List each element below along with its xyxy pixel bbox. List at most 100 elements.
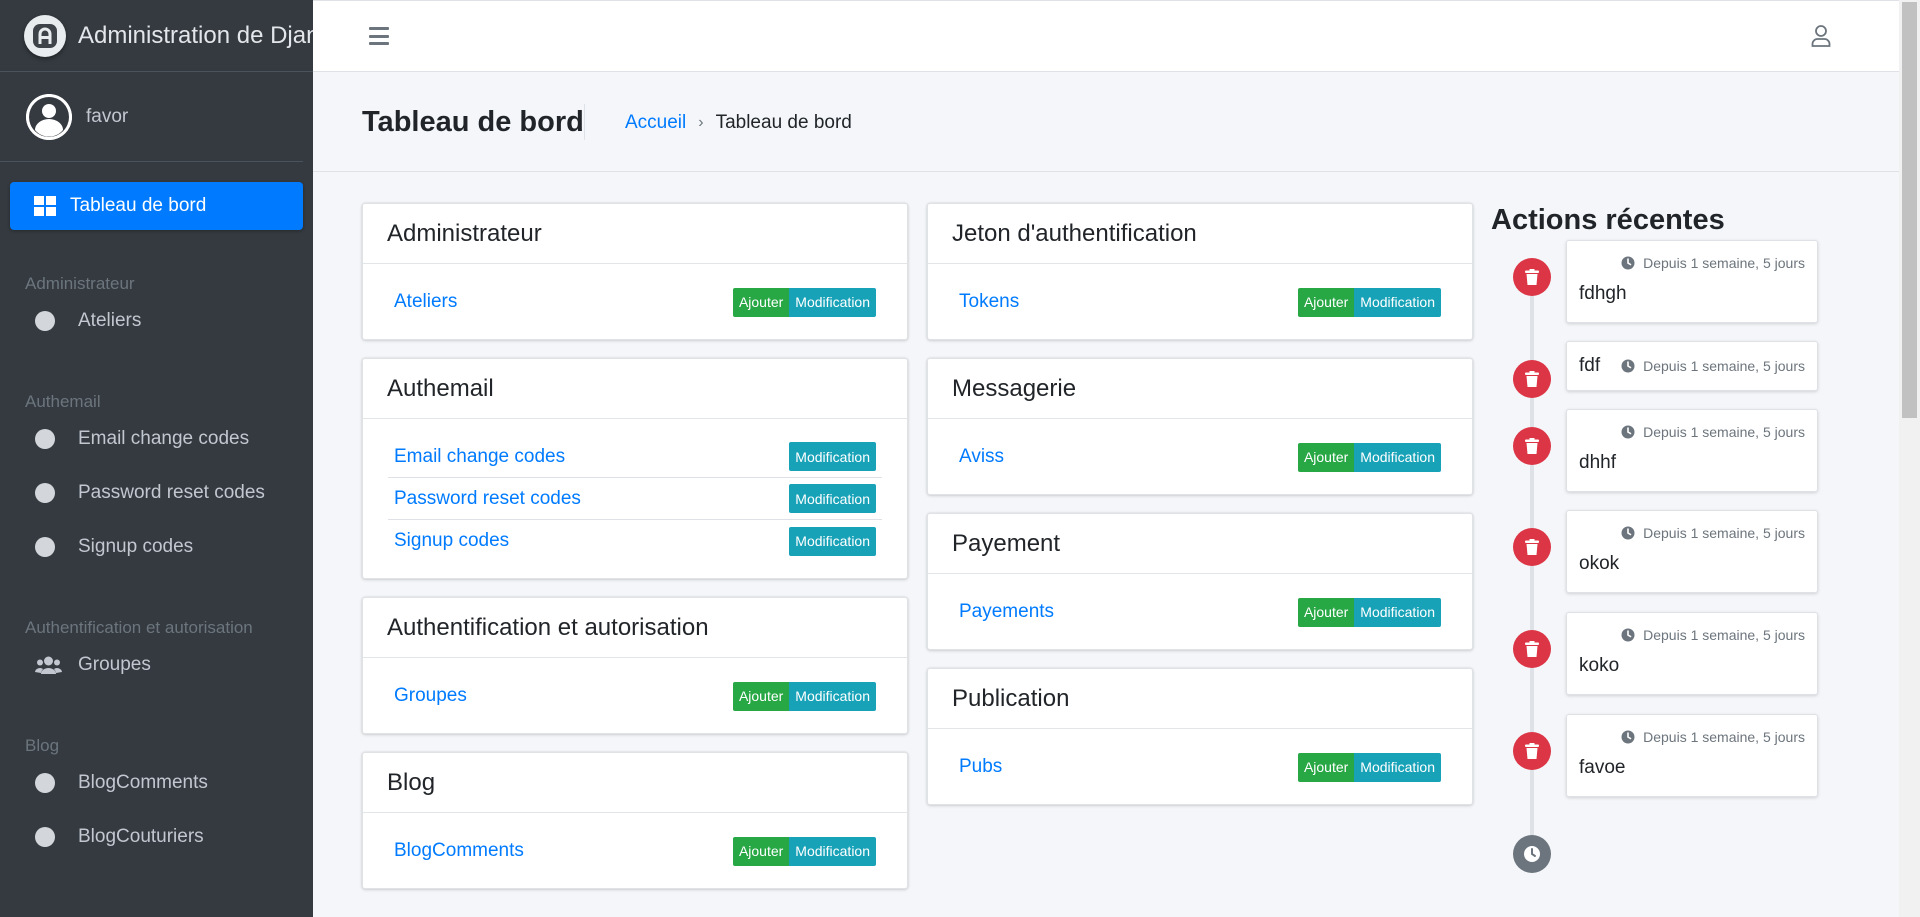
recent-action-time: Depuis 1 semaine, 5 jours xyxy=(1579,255,1805,271)
app-card-body: BlogComments Ajouter Modification xyxy=(363,813,907,888)
trash-icon xyxy=(1513,528,1551,566)
add-button[interactable]: Ajouter xyxy=(1297,287,1355,317)
recent-action-item[interactable]: fdf Depuis 1 semaine, 5 jours xyxy=(1566,341,1818,391)
sidebar-item-email-change-codes[interactable]: Email change codes xyxy=(10,412,303,466)
sidebar-item-password-reset-codes[interactable]: Password reset codes xyxy=(10,466,303,520)
model-row: Ateliers Ajouter Modification xyxy=(388,281,882,323)
change-button[interactable]: Modification xyxy=(789,484,876,513)
circle-icon xyxy=(35,483,55,503)
app-card-body: Email change codes Modification Password r… xyxy=(363,419,907,578)
clock-icon xyxy=(1621,425,1639,439)
model-link-ateliers[interactable]: Ateliers xyxy=(394,291,457,313)
page-scrollbar[interactable] xyxy=(1899,0,1920,917)
model-link-aviss[interactable]: Aviss xyxy=(959,446,1004,468)
app-card-administrateur: Administrateur Ateliers Ajouter Modificatio… xyxy=(362,203,908,340)
app-card-body: Tokens Ajouter Modification xyxy=(928,264,1472,339)
content-header: Tableau de bord Accueil › Tableau de bor… xyxy=(313,72,1899,172)
model-row: Groupes Ajouter Modification xyxy=(388,675,882,717)
app-card-body: Aviss Ajouter Modification xyxy=(928,419,1472,494)
add-button[interactable]: Ajouter xyxy=(1297,752,1355,782)
sidebar-item-blogcomments[interactable]: BlogComments xyxy=(10,756,303,810)
scrollbar-thumb[interactable] xyxy=(1902,2,1917,418)
model-link-signup-codes[interactable]: Signup codes xyxy=(394,530,509,552)
recent-action-time: Depuis 1 semaine, 5 jours xyxy=(1579,729,1805,745)
app-card-messagerie: Messagerie Aviss Ajouter Modification xyxy=(927,358,1473,495)
recent-action-item[interactable]: Depuis 1 semaine, 5 jours favoe xyxy=(1566,714,1818,797)
model-row: Pubs Ajouter Modification xyxy=(953,746,1447,788)
model-link-email-change-codes[interactable]: Email change codes xyxy=(394,446,565,468)
model-link-groupes[interactable]: Groupes xyxy=(394,685,467,707)
app-card-jeton-d-authentification: Jeton d'authentification Tokens Ajouter Mod… xyxy=(927,203,1473,340)
recent-action-time: Depuis 1 semaine, 5 jours xyxy=(1579,424,1805,440)
trash-icon xyxy=(1513,258,1551,296)
recent-action-time-text: Depuis 1 semaine, 5 jours xyxy=(1643,358,1805,374)
change-button[interactable]: Modification xyxy=(789,526,876,556)
recent-action-item[interactable]: Depuis 1 semaine, 5 jours koko xyxy=(1566,612,1818,695)
recent-action-name: fdhgh xyxy=(1579,283,1627,304)
model-row: BlogComments Ajouter Modification xyxy=(388,830,882,872)
recent-action-time-text: Depuis 1 semaine, 5 jours xyxy=(1643,627,1805,643)
change-button[interactable]: Modification xyxy=(1354,287,1441,317)
sidebar-header-blog: Blog xyxy=(25,736,60,755)
add-button[interactable]: Ajouter xyxy=(1297,442,1355,472)
user-panel[interactable]: favor xyxy=(0,72,303,162)
app-card-title: Jeton d'authentification xyxy=(928,204,1472,264)
recent-action-name: favoe xyxy=(1579,757,1626,778)
model-link-blogcomments[interactable]: BlogComments xyxy=(394,840,524,862)
model-row: Signup codes Modification xyxy=(388,520,882,562)
circle-icon xyxy=(35,773,55,793)
breadcrumb: Accueil › Tableau de bord xyxy=(625,112,852,134)
sidebar-item-label: Signup codes xyxy=(78,536,194,557)
circle-icon xyxy=(35,429,55,449)
sidebar-item-ateliers[interactable]: Ateliers xyxy=(10,294,303,348)
add-button[interactable]: Ajouter xyxy=(732,836,790,866)
sidebar-item-groupes[interactable]: Groupes xyxy=(10,638,303,692)
recent-action-name: dhhf xyxy=(1579,452,1616,473)
change-button[interactable]: Modification xyxy=(789,836,876,866)
user-menu-icon[interactable] xyxy=(1811,25,1831,52)
clock-icon xyxy=(1621,730,1639,744)
model-link-payements[interactable]: Payements xyxy=(959,601,1054,623)
model-link-pubs[interactable]: Pubs xyxy=(959,756,1002,778)
brand-link[interactable]: Administration de Django xyxy=(0,0,313,72)
breadcrumb-home-link[interactable]: Accueil xyxy=(625,112,686,134)
brand-title: Administration de Django xyxy=(78,21,313,49)
recent-action-item[interactable]: Depuis 1 semaine, 5 jours okok xyxy=(1566,510,1818,593)
change-button[interactable]: Modification xyxy=(1354,442,1441,472)
trash-icon xyxy=(1513,732,1551,770)
menu-toggle-icon[interactable] xyxy=(369,27,389,45)
change-button[interactable]: Modification xyxy=(789,442,876,471)
sidebar-header-administrateur: Administrateur xyxy=(25,274,135,293)
breadcrumb-current: Tableau de bord xyxy=(715,112,852,133)
sidebar-item-dashboard[interactable]: Tableau de bord xyxy=(10,182,303,230)
change-button[interactable]: Modification xyxy=(789,287,876,317)
sidebar-header-authemail: Authemail xyxy=(25,392,101,411)
model-row: Aviss Ajouter Modification xyxy=(953,436,1447,478)
sidebar-item-signup-codes[interactable]: Signup codes xyxy=(10,520,303,574)
app-card-authentification-et-autorisation: Authentification et autorisation Groupes A… xyxy=(362,597,908,734)
change-button[interactable]: Modification xyxy=(789,681,876,711)
change-button[interactable]: Modification xyxy=(1354,752,1441,782)
app-card-body: Ateliers Ajouter Modification xyxy=(363,264,907,339)
recent-action-item[interactable]: Depuis 1 semaine, 5 jours dhhf xyxy=(1566,409,1818,492)
user-name: favor xyxy=(86,105,129,127)
model-link-tokens[interactable]: Tokens xyxy=(959,291,1019,313)
recent-action-time-text: Depuis 1 semaine, 5 jours xyxy=(1643,255,1805,271)
apps-column-left: Administrateur Ateliers Ajouter Modificatio… xyxy=(362,203,908,907)
clock-icon xyxy=(1621,359,1639,373)
add-button[interactable]: Ajouter xyxy=(732,287,790,317)
sidebar-item-blogcouturiers[interactable]: BlogCouturiers xyxy=(10,810,303,864)
app-card-title: Payement xyxy=(928,514,1472,574)
add-button[interactable]: Ajouter xyxy=(1297,597,1355,627)
model-actions: Modification xyxy=(789,442,876,471)
add-button[interactable]: Ajouter xyxy=(732,681,790,711)
model-link-password-reset-codes[interactable]: Password reset codes xyxy=(394,488,581,510)
model-actions: Ajouter Modification xyxy=(732,681,876,711)
change-button[interactable]: Modification xyxy=(1354,597,1441,627)
recent-action-item[interactable]: Depuis 1 semaine, 5 jours fdhgh xyxy=(1566,240,1818,323)
app-card-title: Publication xyxy=(928,669,1472,729)
circle-icon xyxy=(35,537,55,557)
recent-action-time-text: Depuis 1 semaine, 5 jours xyxy=(1643,424,1805,440)
model-row: Tokens Ajouter Modification xyxy=(953,281,1447,323)
app-card-title: Authemail xyxy=(363,359,907,419)
